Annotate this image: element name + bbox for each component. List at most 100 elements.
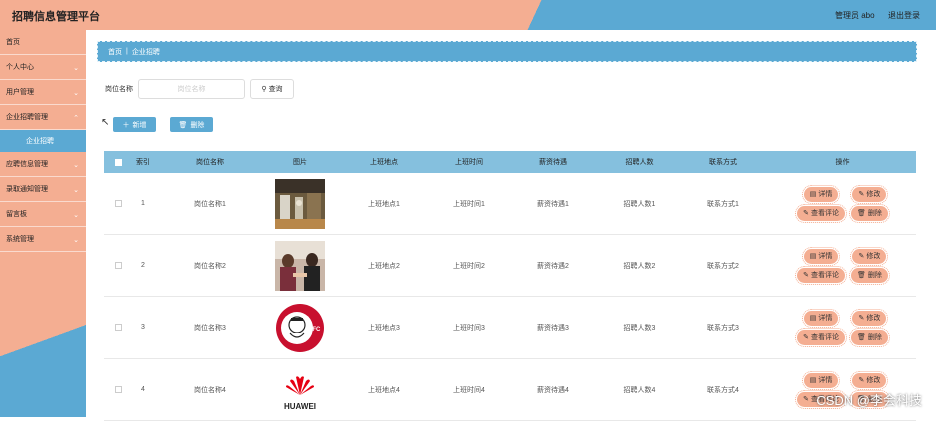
- column-header: 上班时间: [434, 157, 504, 167]
- column-header: 招聘人数: [602, 157, 677, 167]
- sidebar-item-messages[interactable]: 留言板⌄: [0, 202, 86, 227]
- cell-contact: 联系方式4: [677, 385, 769, 395]
- kfc-logo[interactable]: KFC: [275, 303, 325, 353]
- cell-count: 招聘人数1: [602, 199, 677, 209]
- breadcrumb-home[interactable]: 首页: [108, 47, 122, 57]
- handshake-photo[interactable]: [275, 241, 325, 291]
- trash-icon: 🗑: [857, 271, 866, 279]
- cell-index: 4: [132, 386, 154, 393]
- sidebar-item-home[interactable]: 首页: [0, 30, 86, 55]
- cell-place: 上班地点3: [334, 323, 434, 333]
- detail-button[interactable]: ▤详情: [804, 373, 839, 388]
- app-title: 招聘信息管理平台: [12, 8, 100, 24]
- breadcrumb-current: 企业招聘: [132, 47, 160, 57]
- view-comments-button[interactable]: ✎查看评论: [797, 206, 845, 221]
- delete-selected-button[interactable]: 🗑删除: [170, 117, 213, 132]
- row-checkbox[interactable]: [115, 200, 122, 207]
- cell-place: 上班地点1: [334, 199, 434, 209]
- edit-button[interactable]: ✎修改: [852, 187, 886, 202]
- office-photo[interactable]: [275, 179, 325, 229]
- table-row: 2 岗位名称2 上班地点2 上班时间2 薪资待遇2 招聘人数2 联系方式2 ▤详…: [104, 235, 916, 297]
- detail-button[interactable]: ▤详情: [804, 187, 839, 202]
- sidebar: 首页 个人中心⌄ 用户管理⌄ 企业招聘管理⌃ 企业招聘 应聘信息管理⌄ 录取通知…: [0, 30, 86, 417]
- delete-button[interactable]: 🗑删除: [851, 206, 888, 221]
- table-header: 索引 岗位名称 图片 上班地点 上班时间 薪资待遇 招聘人数 联系方式 操作: [104, 151, 916, 173]
- cell-job-name: 岗位名称3: [154, 323, 266, 333]
- table-row: 4 岗位名称4 HUAWEI 上班地点4 上班时间4 薪资待遇4 招聘人数4 联…: [104, 359, 916, 421]
- chevron-down-icon: ⌄: [73, 64, 79, 72]
- recruitment-table: 索引 岗位名称 图片 上班地点 上班时间 薪资待遇 招聘人数 联系方式 操作 1…: [104, 151, 916, 421]
- delete-button[interactable]: 🗑删除: [851, 268, 888, 283]
- row-checkbox[interactable]: [115, 324, 122, 331]
- table-row: 3 岗位名称3 KFC 上班地点3 上班时间3 薪资待遇3 招聘人数3 联系方式…: [104, 297, 916, 359]
- chevron-down-icon: ⌄: [73, 186, 79, 194]
- trash-icon: 🗑: [857, 209, 866, 217]
- cell-index: 3: [132, 324, 154, 331]
- view-comments-button[interactable]: ✎查看评论: [797, 268, 845, 283]
- column-header: 岗位名称: [154, 157, 266, 167]
- cell-count: 招聘人数3: [602, 323, 677, 333]
- breadcrumb: 首页 | 企业招聘: [97, 41, 917, 62]
- add-button[interactable]: ＋新增: [113, 117, 156, 132]
- sidebar-item-applications[interactable]: 应聘信息管理⌄: [0, 152, 86, 177]
- document-icon: ▤: [810, 190, 817, 198]
- search-button[interactable]: ⚲ 查询: [250, 79, 294, 99]
- cell-salary: 薪资待遇4: [504, 385, 602, 395]
- trash-icon: 🗑: [857, 333, 866, 341]
- cell-time: 上班时间4: [434, 385, 504, 395]
- edit-button[interactable]: ✎修改: [852, 249, 886, 264]
- search-input[interactable]: [138, 79, 245, 99]
- logout-link[interactable]: 退出登录: [888, 10, 920, 21]
- edit-button[interactable]: ✎修改: [852, 373, 886, 388]
- sidebar-subitem-recruitment[interactable]: 企业招聘: [0, 130, 86, 152]
- document-icon: ▤: [810, 252, 817, 260]
- mouse-cursor-icon: ↖: [101, 117, 109, 128]
- select-all-checkbox[interactable]: [115, 159, 122, 166]
- sidebar-item-users[interactable]: 用户管理⌄: [0, 80, 86, 105]
- cell-place: 上班地点4: [334, 385, 434, 395]
- cell-index: 2: [132, 262, 154, 269]
- sidebar-item-profile[interactable]: 个人中心⌄: [0, 55, 86, 80]
- trash-icon: 🗑: [179, 121, 188, 129]
- cell-salary: 薪资待遇3: [504, 323, 602, 333]
- cell-job-name: 岗位名称2: [154, 261, 266, 271]
- cell-time: 上班时间3: [434, 323, 504, 333]
- chevron-down-icon: ⌄: [73, 89, 79, 97]
- sidebar-item-offers[interactable]: 录取通知管理⌄: [0, 177, 86, 202]
- sidebar-item-system[interactable]: 系统管理⌄: [0, 227, 86, 252]
- document-icon: ▤: [810, 314, 817, 322]
- cell-contact: 联系方式1: [677, 199, 769, 209]
- watermark: CSDN @李会科技: [816, 390, 922, 409]
- cell-job-name: 岗位名称1: [154, 199, 266, 209]
- sidebar-item-recruitment[interactable]: 企业招聘管理⌃: [0, 105, 86, 130]
- huawei-logo[interactable]: HUAWEI: [275, 365, 325, 415]
- cell-contact: 联系方式2: [677, 261, 769, 271]
- pencil-icon: ✎: [803, 209, 809, 217]
- column-header: 操作: [769, 157, 916, 167]
- detail-button[interactable]: ▤详情: [804, 311, 839, 326]
- pencil-icon: ✎: [858, 190, 864, 198]
- cell-contact: 联系方式3: [677, 323, 769, 333]
- table-row: 1 岗位名称1 上班地点1 上班时间1 薪资待遇1 招聘人数1 联系方式1 ▤详…: [104, 173, 916, 235]
- cell-count: 招聘人数2: [602, 261, 677, 271]
- cell-job-name: 岗位名称4: [154, 385, 266, 395]
- delete-button[interactable]: 🗑删除: [851, 330, 888, 345]
- row-checkbox[interactable]: [115, 386, 122, 393]
- search-icon: ⚲: [261, 85, 266, 93]
- detail-button[interactable]: ▤详情: [804, 249, 839, 264]
- column-header: 薪资待遇: [504, 157, 602, 167]
- document-icon: ▤: [810, 376, 817, 384]
- column-header: 图片: [266, 157, 334, 167]
- chevron-down-icon: ⌄: [73, 161, 79, 169]
- column-header: 索引: [132, 157, 154, 167]
- view-comments-button[interactable]: ✎查看评论: [797, 330, 845, 345]
- breadcrumb-separator: |: [126, 48, 128, 55]
- pencil-icon: ✎: [803, 271, 809, 279]
- chevron-down-icon: ⌄: [73, 211, 79, 219]
- row-checkbox[interactable]: [115, 262, 122, 269]
- cell-salary: 薪资待遇1: [504, 199, 602, 209]
- edit-button[interactable]: ✎修改: [852, 311, 886, 326]
- pencil-icon: ✎: [803, 395, 809, 403]
- search-label: 岗位名称: [105, 84, 133, 94]
- cell-index: 1: [132, 200, 154, 207]
